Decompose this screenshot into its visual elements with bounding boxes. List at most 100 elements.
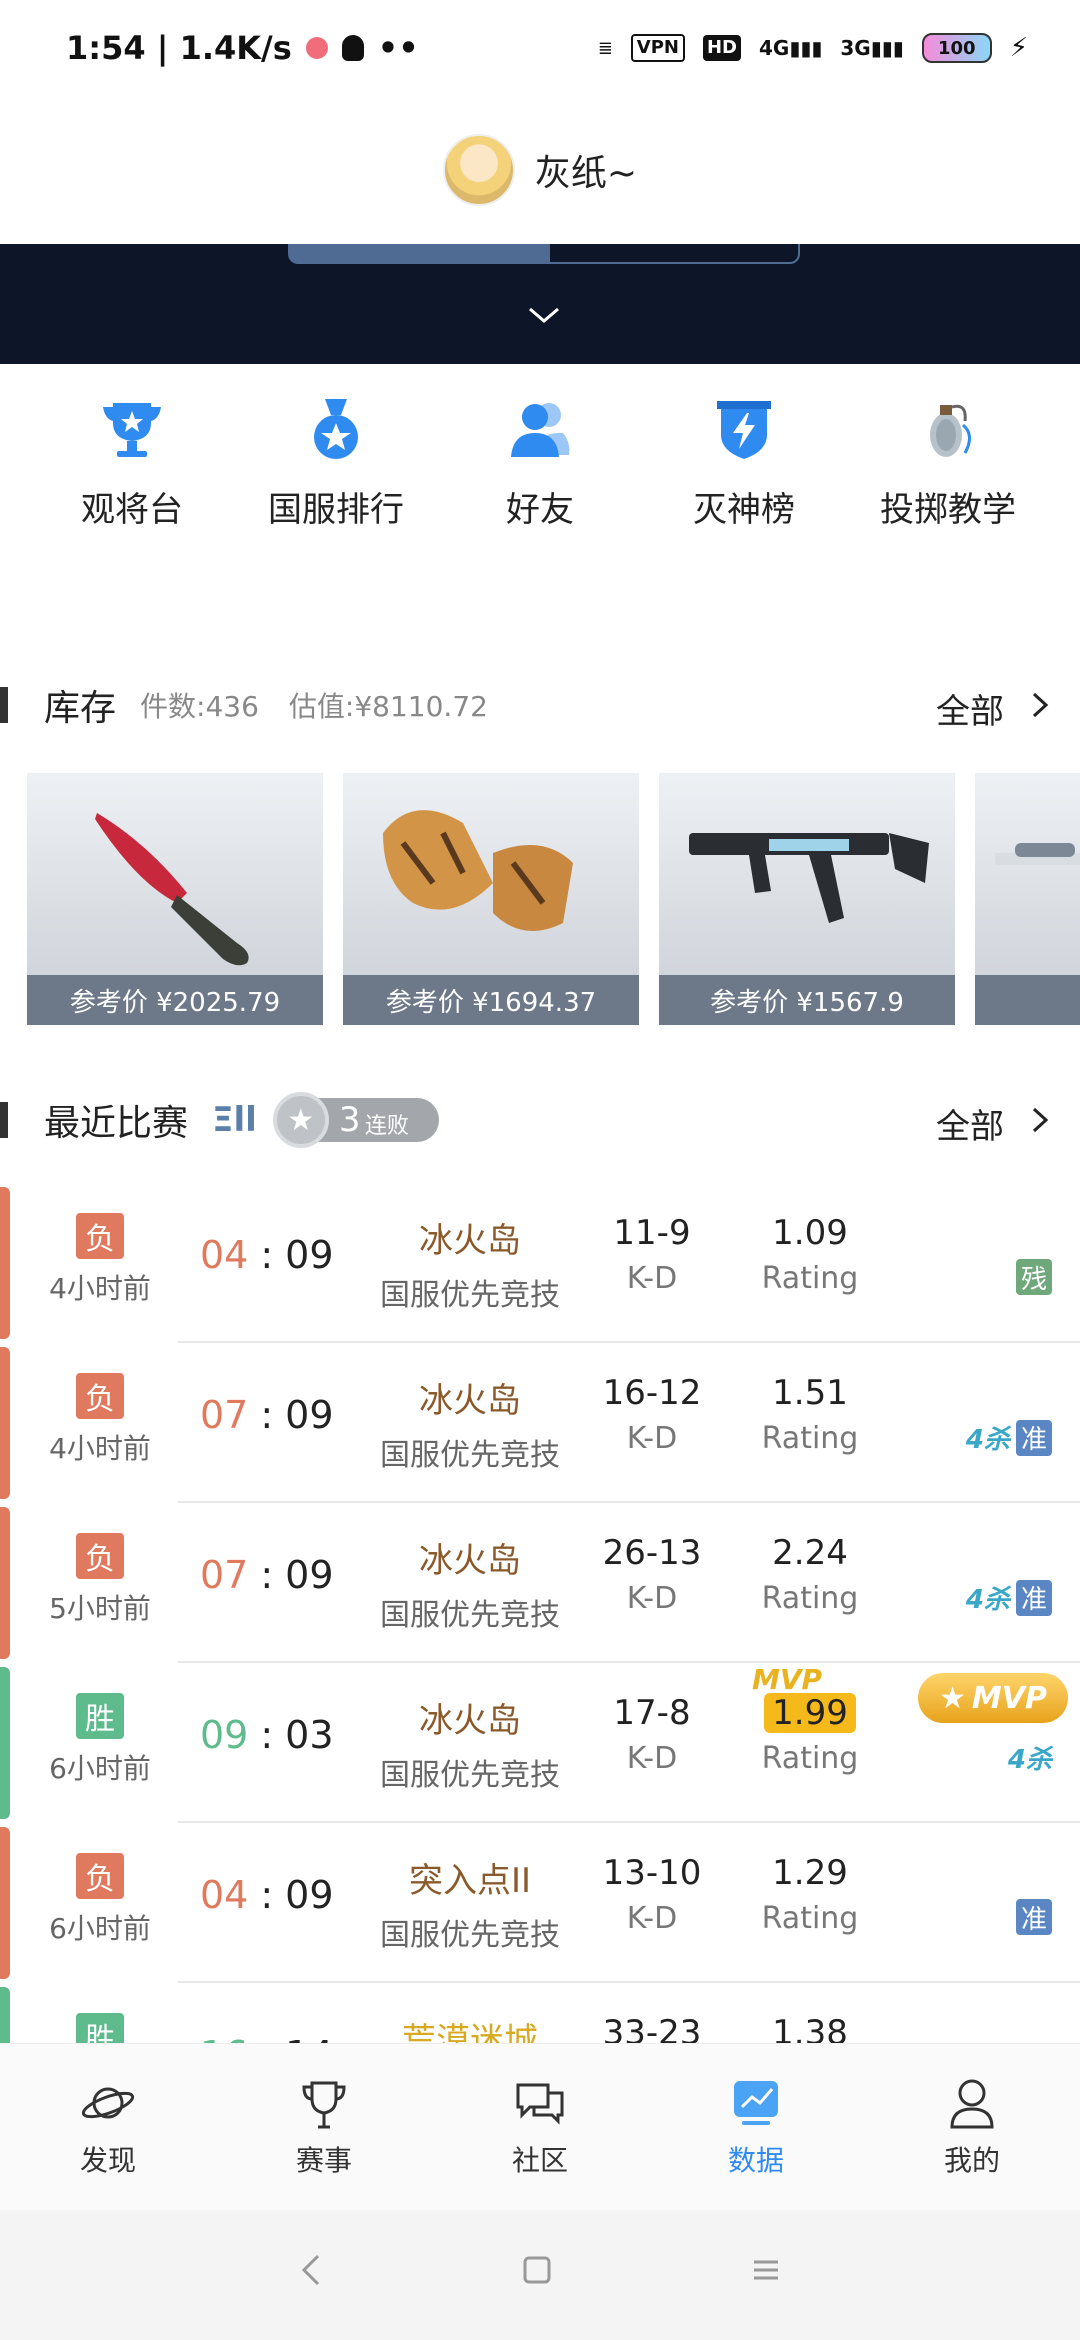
rating-value: 1.38	[772, 2013, 848, 2043]
match-row[interactable]: 负 4小时前 07:09 冰火岛 国服优先竞技 16-12 K-D 1.51 R…	[0, 1343, 1080, 1503]
signal-4g-icon: 4G▮▮▮	[758, 36, 823, 60]
kd-label: K-D	[626, 1421, 678, 1456]
nav-label: 社区	[511, 2144, 568, 2177]
wifi-icon: ≣	[597, 37, 613, 59]
result-badge: 负	[76, 1533, 124, 1579]
result-badge: 负	[76, 1853, 124, 1899]
profile-header: 灰纸~	[0, 96, 1080, 244]
result-accent	[0, 1187, 10, 1339]
quick-item-label: 投掷教学	[880, 490, 1016, 530]
chevron-right-icon	[1030, 689, 1050, 729]
match-time: 4小时前	[49, 1272, 151, 1305]
nav-events[interactable]: 赛事	[254, 2075, 394, 2179]
tag-badge: 残	[1016, 1259, 1052, 1295]
nav-mine[interactable]: 我的	[902, 2075, 1042, 2179]
match-tags: 4杀	[1008, 1739, 1052, 1776]
quick-item-label: 灭神榜	[693, 490, 795, 530]
home-icon[interactable]	[519, 2252, 555, 2298]
trophy-icon	[92, 390, 172, 470]
rating-label: Rating	[761, 1421, 859, 1456]
kd-value: 11-9	[613, 1213, 691, 1253]
nav-community[interactable]: 社区	[470, 2075, 610, 2179]
four-kill-badge: 4杀	[1007, 1745, 1052, 1775]
section-marker	[0, 1102, 8, 1138]
recent-all-button[interactable]: 全部	[936, 1099, 1050, 1148]
nav-data[interactable]: 数据	[686, 2075, 826, 2179]
kd-label: K-D	[626, 1261, 678, 1296]
score-opponent: 09	[285, 1553, 334, 1597]
quick-menu: 观将台 国服排行 好友 灭神榜 投掷教学	[0, 390, 1080, 590]
four-kill-badge: 4杀	[965, 1425, 1010, 1455]
match-row[interactable]: 负 6小时前 04:09 突入点II 国服优先竞技 13-10 K-D 1.29…	[0, 1823, 1080, 1983]
status-left: 1:54 | 1.4K/s ••	[66, 29, 419, 67]
match-tags: 4杀 准	[966, 1419, 1052, 1456]
match-tags: 残	[1016, 1259, 1052, 1295]
kd-value: 16-12	[602, 1373, 702, 1413]
inventory-card[interactable]: 参考	[975, 773, 1080, 1025]
quick-item-friends[interactable]: 好友	[450, 390, 630, 590]
banner-tab-inactive[interactable]	[548, 244, 800, 264]
nav-discover[interactable]: 发现	[38, 2075, 178, 2179]
menu-icon[interactable]	[748, 2252, 784, 2298]
chat-icon	[516, 2083, 564, 2125]
charging-icon: ⚡	[1009, 33, 1028, 63]
all-label: 全部	[936, 1107, 1004, 1147]
score-team: 07	[200, 1553, 249, 1597]
rating-value: 1.09	[772, 1213, 848, 1253]
score-opponent: 14	[285, 2033, 333, 2043]
score-opponent: 03	[285, 1713, 334, 1757]
avatar[interactable]	[442, 134, 515, 206]
map-name: 冰火岛	[419, 1221, 521, 1261]
inventory-all-button[interactable]: 全部	[936, 684, 1050, 733]
four-kill-badge: 4杀	[965, 1585, 1010, 1615]
match-row[interactable]: 胜 6小时前 09:03 冰火岛 国服优先竞技 17-8 K-D MVP 1.9…	[0, 1663, 1080, 1823]
quick-item-grenade[interactable]: 投掷教学	[858, 390, 1038, 590]
system-nav-bar	[0, 2210, 1080, 2340]
match-row[interactable]: 负 4小时前 04:09 冰火岛 国服优先竞技 11-9 K-D 1.09 Ra…	[0, 1183, 1080, 1343]
kd-label: K-D	[626, 1741, 678, 1776]
chart-icon	[734, 2081, 778, 2125]
recent-matches-header: 最近比赛 Ξll ★ 3 连败 全部	[0, 1085, 1080, 1155]
match-row[interactable]: 负 5小时前 07:09 冰火岛 国服优先竞技 26-13 K-D 2.24 R…	[0, 1503, 1080, 1663]
user-icon	[950, 2079, 994, 2129]
grenade-icon	[908, 390, 988, 470]
inventory-card[interactable]: 参考价 ¥2025.79	[27, 773, 323, 1025]
medal-icon	[296, 390, 376, 470]
inventory-count: 件数:436	[140, 690, 259, 723]
match-score: 04:09	[200, 1233, 334, 1277]
sniper-icon	[995, 843, 1080, 865]
quick-item-ranking[interactable]: 国服排行	[246, 390, 426, 590]
nav-label: 我的	[943, 2144, 1000, 2177]
result-accent	[0, 1987, 10, 2043]
quick-item-guanjiangtai[interactable]: 观将台	[42, 390, 222, 590]
inventory-card[interactable]: 参考价 ¥1694.37	[343, 773, 639, 1025]
map-name: 冰火岛	[419, 1381, 521, 1421]
mvp-label: MVP	[752, 1663, 823, 1696]
rating-label: Rating	[761, 1741, 859, 1776]
match-time: 6小时前	[49, 1752, 151, 1785]
trophy-outline-icon	[302, 2081, 346, 2129]
kd-value: 17-8	[613, 1693, 691, 1733]
match-time: 5小时前	[49, 1592, 151, 1625]
inventory-list: 参考价 ¥2025.79 参考价 ¥1694.37 参考价 ¥1567.9 参考	[27, 773, 1080, 1025]
quick-item-label: 好友	[506, 490, 574, 530]
section-marker	[0, 687, 8, 723]
result-accent	[0, 1347, 10, 1499]
rifle-icon	[689, 833, 929, 923]
inventory-price: 参考价 ¥1694.37	[343, 975, 639, 1025]
quick-item-mieshenbang[interactable]: 灭神榜	[654, 390, 834, 590]
tag-badge: 准	[1016, 1579, 1052, 1616]
match-row[interactable]: 胜 16:14 荒漠迷城 33-23 1.38	[0, 1983, 1080, 2043]
kd-value: 13-10	[602, 1853, 702, 1893]
match-time: 4小时前	[49, 1432, 151, 1465]
gloves-icon	[383, 810, 573, 931]
map-name: 荒漠迷城	[402, 2021, 538, 2043]
score-team: 04	[200, 1873, 249, 1917]
banner-tab-active[interactable]	[288, 244, 548, 264]
inventory-card[interactable]: 参考价 ¥1567.9	[659, 773, 955, 1025]
back-icon[interactable]	[296, 2250, 326, 2300]
rating-label: Rating	[761, 1581, 859, 1616]
score-opponent: 09	[285, 1873, 334, 1917]
chevron-down-icon[interactable]	[526, 300, 562, 335]
match-score: 07:09	[200, 1393, 334, 1437]
